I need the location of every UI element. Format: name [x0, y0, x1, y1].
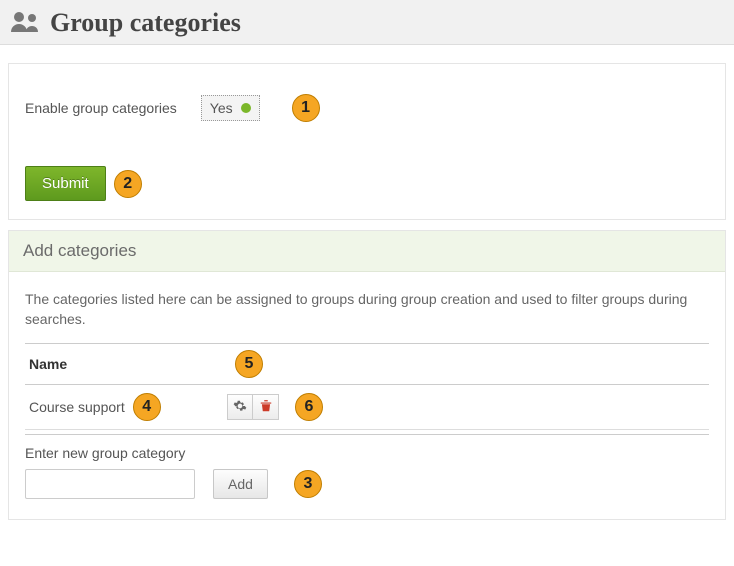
- add-button[interactable]: Add: [213, 469, 268, 499]
- page-title: Group categories: [50, 8, 241, 38]
- callout-3: 3: [294, 470, 322, 498]
- callout-2: 2: [114, 170, 142, 198]
- category-name: Course support: [29, 399, 125, 415]
- enable-row: Enable group categories Yes 1: [25, 94, 709, 122]
- edit-button[interactable]: [227, 394, 253, 420]
- table-header: Name 5: [25, 343, 709, 385]
- enable-panel: Enable group categories Yes 1 Submit 2: [8, 63, 726, 220]
- gear-icon: [233, 399, 247, 416]
- trash-icon: [259, 399, 273, 416]
- enter-label: Enter new group category: [25, 445, 709, 461]
- page-header: Group categories: [0, 0, 734, 45]
- new-category-input[interactable]: [25, 469, 195, 499]
- table-row: Course support 4 6: [25, 385, 709, 430]
- section-description: The categories listed here can be assign…: [25, 290, 709, 329]
- toggle-text: Yes: [210, 100, 233, 116]
- delete-button[interactable]: [253, 394, 279, 420]
- callout-5: 5: [235, 350, 263, 378]
- callout-4: 4: [133, 393, 161, 421]
- status-dot-icon: [241, 103, 251, 113]
- group-icon: [10, 10, 40, 37]
- section-title: Add categories: [9, 231, 725, 272]
- enable-toggle[interactable]: Yes: [201, 95, 260, 121]
- callout-1: 1: [292, 94, 320, 122]
- add-form: Enter new group category Add 3: [25, 434, 709, 499]
- col-header-name: Name: [29, 356, 219, 372]
- add-categories-section: Add categories The categories listed her…: [8, 230, 726, 520]
- categories-table: Name 5 Course support 4: [25, 343, 709, 499]
- submit-button[interactable]: Submit: [25, 166, 106, 201]
- enable-label: Enable group categories: [25, 100, 177, 116]
- callout-6: 6: [295, 393, 323, 421]
